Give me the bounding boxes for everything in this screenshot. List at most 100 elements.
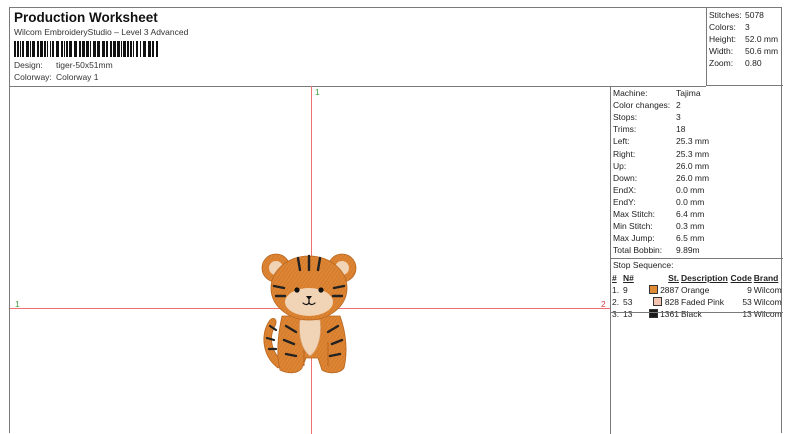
row-code: 13 [742,309,752,319]
barcode-bar [47,41,48,57]
zoom-label: Zoom: [709,58,734,68]
design-summary: Stitches: 5078 Colors: 3 Height: 52.0 mm Wi… [706,8,783,86]
worksheet: Production Worksheet Wilcom EmbroiderySt… [9,7,783,434]
row-description: Orange [681,285,710,295]
barcode-bar [152,41,154,57]
production-details-panel: Machine: Tajima Color changes: 2 Stops: 3 Trim… [610,86,783,434]
tiger-embroidery-design [261,253,357,374]
design-label: Design: [14,60,43,70]
colors-label: Colors: [709,22,736,32]
row-stitches-cell: 1361 [638,308,680,320]
barcode-bar [156,41,158,57]
detail-row: Max Stitch: 6.4 mm [613,209,704,219]
barcode-bar [86,41,89,57]
detail-value: 26.0 mm [676,172,710,183]
barcode-bar [121,41,122,57]
width-label: Width: [709,46,734,56]
section-divider [611,258,783,259]
row-number: 1. [612,285,620,295]
barcode-bar [93,41,96,57]
barcode-bar [20,41,21,57]
detail-value: 18 [676,124,686,135]
detail-row: Left: 25.3 mm [613,136,709,146]
detail-value: 25.3 mm [676,136,710,147]
detail-label: Total Bobbin: [613,245,663,256]
barcode-bar [79,41,81,57]
detail-row: Total Bobbin: 9.89m [613,245,700,255]
detail-row: EndY: 0.0 mm [613,197,704,207]
detail-value: 0.0 mm [676,196,705,207]
col-brand-header: Brand [753,273,779,283]
barcode-bar [50,41,51,57]
barcode-bar [133,41,134,57]
worksheet-header: Production Worksheet Wilcom EmbroiderySt… [10,8,706,87]
col-num-header: # [612,273,617,283]
col-stitches-header: St. [668,273,679,283]
colorway-value: Colorway 1 [56,72,99,82]
row-code: 53 [742,297,752,307]
thread-color-swatch [648,309,658,318]
barcode-bar [136,41,138,57]
design-row: Design: tiger-50x51mm [14,60,113,70]
height-label: Height: [709,34,736,44]
thread-color-swatch [648,285,658,294]
stop-sequence-row: 3. 13 1361 Black 13 Wilcom [611,308,783,320]
height-value: 52.0 mm [745,34,779,44]
barcode-bar [61,41,63,57]
zoom-value: 0.80 [745,58,762,68]
detail-label: EndY: [613,196,636,207]
row-number: 3. [612,309,620,319]
barcode-bar [17,41,19,57]
barcode-bar [123,41,126,57]
row-brand: Wilcom [753,309,782,319]
barcode-bar [102,41,105,57]
detail-value: 6.5 mm [676,233,705,244]
stop-sequence-row: 1. 9 2887 Orange 9 Wilcom [611,284,783,296]
stop-sequence-title: Stop Sequence: [613,260,674,270]
barcode-bar [40,41,43,57]
detail-row: Trims: 18 [613,124,685,134]
barcode-bar [56,41,59,57]
barcode-bar [90,41,91,57]
barcode-bar [30,41,31,57]
detail-label: Machine: [613,88,648,98]
barcode-bar [127,41,129,57]
barcode-bar [148,41,151,57]
detail-label: Trims: [613,124,637,135]
left-marker: 1 [15,299,20,309]
row-needle: 13 [623,309,633,319]
row-stitches: 828 [664,297,679,307]
barcode-bar [130,41,132,57]
row-description: Black [681,309,702,319]
detail-value: 0.3 mm [676,221,705,232]
row-stitches-cell: 828 [638,296,680,308]
stitches-label: Stitches: [709,10,742,20]
detail-value: 6.4 mm [676,209,705,219]
detail-row: Down: 26.0 mm [613,173,709,183]
row-stitches: 1361 [660,309,679,319]
barcode-bar [69,41,72,57]
design-preview-canvas: 1 1 2 [10,86,610,434]
right-marker: 2 [601,299,606,309]
barcode-bar [74,41,77,57]
detail-value: 25.3 mm [676,148,710,159]
detail-label: Max Stitch: [613,209,656,219]
row-stitches: 2887 [660,285,679,295]
detail-value: 3 [676,112,681,123]
detail-row: Min Stitch: 0.3 mm [613,221,704,231]
barcode-bar [140,41,141,57]
barcode-bar [117,41,120,57]
row-description: Faded Pink [681,297,724,307]
row-number: 2. [612,297,620,307]
row-brand: Wilcom [753,297,782,307]
row-stitches-cell: 2887 [638,284,680,296]
colors-value: 3 [745,22,750,32]
row-brand: Wilcom [753,285,782,295]
barcode-bar [143,41,146,57]
barcode-bar [14,41,16,57]
detail-value: 2 [676,100,681,111]
row-needle: 9 [623,285,628,295]
detail-label: Stops: [613,112,638,123]
barcode-bar [32,41,35,57]
barcode-bar [37,41,39,57]
